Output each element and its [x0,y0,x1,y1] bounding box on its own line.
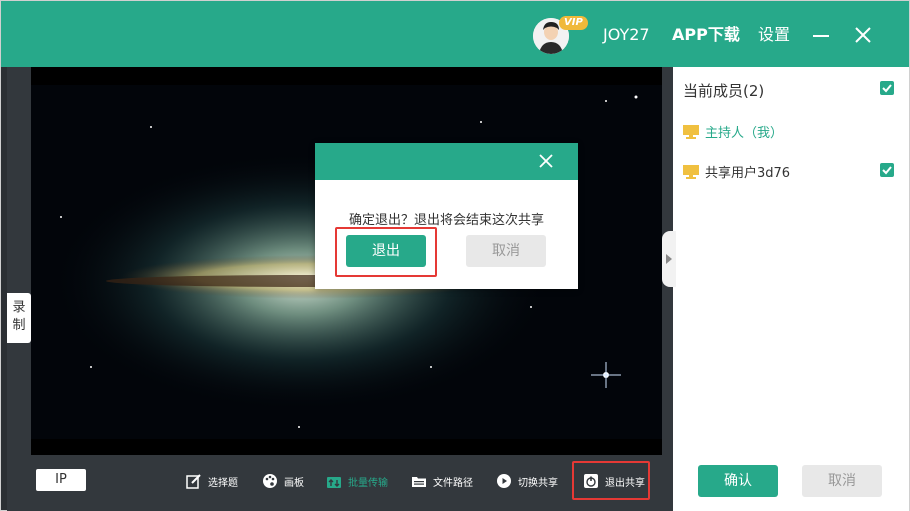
record-tab[interactable]: 录 制 [7,293,31,343]
username-label[interactable]: JOY27 [603,25,650,45]
app-window: VIP JOY27 APP下载 设置 录 制 当前成员(2) 主持人（我） 共享… [0,0,910,511]
tool-label: 文件路径 [433,477,473,489]
title-bar: VIP JOY27 APP下载 设置 [1,1,909,67]
dialog-close-icon[interactable] [538,153,554,169]
monitor-icon [683,124,699,139]
members-panel: 当前成员(2) 主持人（我） 共享用户3d76 确认 取消 [673,67,909,511]
monitor-icon [683,164,699,179]
tool-label: 批量传输 [348,477,388,489]
dialog-cancel-button[interactable]: 取消 [466,235,546,267]
tool-batch-transfer[interactable]: 批量传输 [326,472,388,490]
select-all-checkbox[interactable] [880,81,894,95]
settings-link[interactable]: 设置 [758,25,790,45]
exit-confirm-dialog: 确定退出？退出将会结束这次共享 退出 取消 [315,143,578,289]
close-icon[interactable] [853,25,873,45]
tool-palette[interactable]: 画板 [262,472,304,490]
confirm-button[interactable]: 确认 [698,465,778,497]
members-title: 当前成员(2) [683,82,765,100]
member-name: 共享用户3d76 [705,166,791,181]
palette-icon [262,473,278,489]
member-host[interactable]: 主持人（我） [683,122,783,141]
minimize-icon[interactable] [813,35,829,37]
tool-choice-question[interactable]: 选择题 [186,472,238,490]
tool-switch-share[interactable]: 切换共享 [496,472,558,490]
transfer-icon [326,473,342,489]
bottom-toolbar: IP 选择题 画板 批量传输 文件路径 切换共享 退出共享 [7,457,673,511]
dialog-message: 确定退出？退出将会结束这次共享 [348,213,544,228]
app-download-link[interactable]: APP下载 [672,25,740,45]
cancel-button[interactable]: 取消 [802,465,882,497]
vip-badge: VIP [559,16,588,30]
tool-file-path[interactable]: 文件路径 [411,472,473,490]
member-checkbox[interactable] [880,163,894,177]
ip-button[interactable]: IP [36,469,86,491]
exit-button-highlight [335,227,437,277]
exit-share-highlight [572,461,650,500]
member-user[interactable]: 共享用户3d76 [683,162,790,181]
play-circle-icon [496,473,512,489]
member-name: 主持人（我） [705,126,784,141]
collapse-panel-handle[interactable] [662,231,676,287]
tool-label: 选择题 [208,477,238,489]
tool-label: 画板 [284,477,304,489]
tool-label: 切换共享 [518,477,558,489]
record-label: 录 制 [12,300,26,333]
edit-icon [186,473,202,489]
folder-icon [411,473,427,489]
